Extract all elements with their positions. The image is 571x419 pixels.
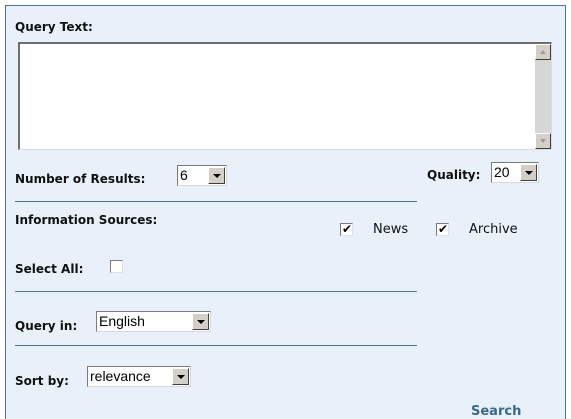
sort-by-dropdown-button[interactable] bbox=[172, 368, 189, 385]
news-label: News bbox=[373, 222, 409, 237]
number-of-results-value: 6 bbox=[180, 167, 188, 183]
chevron-down-icon bbox=[177, 375, 185, 379]
check-icon: ✔ bbox=[342, 222, 353, 236]
scroll-up-arrow-icon bbox=[540, 50, 546, 54]
divider bbox=[15, 291, 417, 292]
scroll-up-button[interactable] bbox=[535, 44, 551, 60]
sort-by-value: relevance bbox=[90, 368, 151, 384]
archive-label: Archive bbox=[469, 222, 518, 237]
divider bbox=[15, 201, 417, 202]
query-in-dropdown-button[interactable] bbox=[192, 313, 209, 330]
chevron-down-icon bbox=[213, 174, 221, 178]
scroll-down-button[interactable] bbox=[535, 133, 551, 149]
sort-by-label: Sort by: bbox=[15, 374, 69, 388]
query-text-scrollbar[interactable] bbox=[535, 44, 551, 149]
number-of-results-dropdown-button[interactable] bbox=[208, 167, 225, 184]
quality-label: Quality: bbox=[427, 168, 481, 182]
quality-value: 20 bbox=[494, 164, 510, 180]
query-in-label: Query in: bbox=[15, 319, 78, 333]
select-all-label: Select All: bbox=[15, 262, 84, 276]
number-of-results-select[interactable]: 6 bbox=[177, 165, 227, 186]
search-form-panel: Query Text: Number of Results: 6 Quality… bbox=[5, 5, 566, 419]
quality-select[interactable]: 20 bbox=[491, 162, 539, 183]
query-text-area[interactable] bbox=[18, 42, 552, 150]
query-text-label: Query Text: bbox=[15, 20, 93, 34]
news-checkbox[interactable]: ✔ bbox=[340, 222, 353, 236]
quality-dropdown-button[interactable] bbox=[520, 164, 537, 181]
information-sources-label: Information Sources: bbox=[15, 213, 158, 227]
archive-checkbox[interactable]: ✔ bbox=[436, 222, 449, 236]
query-in-value: English bbox=[99, 313, 145, 329]
chevron-down-icon bbox=[197, 320, 205, 324]
query-in-select[interactable]: English bbox=[96, 311, 211, 332]
select-all-checkbox[interactable] bbox=[110, 260, 123, 273]
check-icon: ✔ bbox=[438, 222, 449, 236]
divider bbox=[15, 345, 417, 346]
number-of-results-label: Number of Results: bbox=[15, 172, 146, 186]
chevron-down-icon bbox=[525, 171, 533, 175]
scroll-down-arrow-icon bbox=[540, 139, 546, 143]
search-button[interactable]: Search bbox=[471, 404, 521, 419]
sort-by-select[interactable]: relevance bbox=[87, 366, 191, 387]
